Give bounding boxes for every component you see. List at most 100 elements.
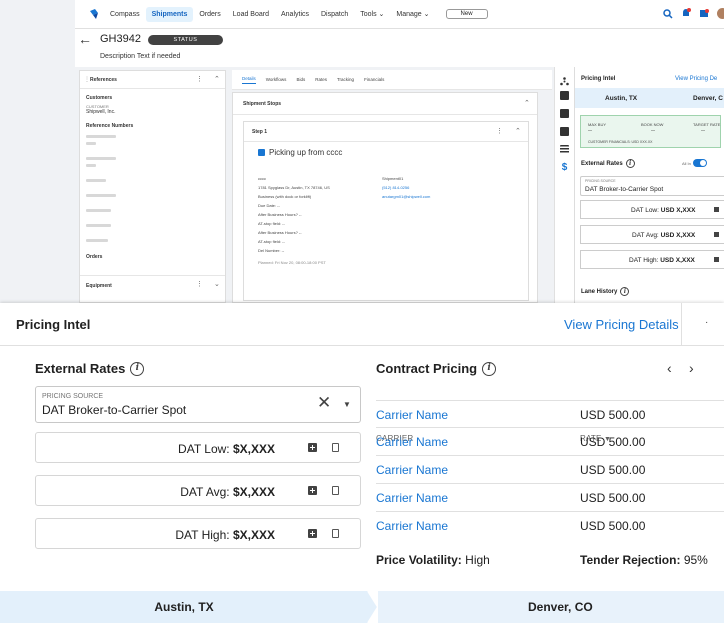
carrier-name-link[interactable]: Carrier Name <box>376 435 448 449</box>
pricing-intel-mini: Pricing Intel View Pricing De Austin, TX… <box>574 67 724 303</box>
chevron-up-icon[interactable]: ⌃ <box>524 99 530 107</box>
contact-email[interactable]: anutargm01@shipwell.com <box>382 192 430 201</box>
shipwell-logo-icon[interactable] <box>88 8 100 20</box>
nav-load-board[interactable]: Load Board <box>233 11 269 18</box>
stop-field-2: AT-stop field: -- <box>258 239 285 244</box>
mini-rate-high-value: USD X,XXX <box>660 257 695 264</box>
bell-icon[interactable] <box>681 8 691 19</box>
copy-icon[interactable] <box>332 529 339 538</box>
status-badge[interactable]: STATUS <box>148 35 223 45</box>
pricing-source-value: DAT Broker-to-Carrier Spot <box>42 403 187 417</box>
pricing-source-label: PRICING SOURCE <box>42 393 104 400</box>
chevron-up-icon[interactable]: ⌃ <box>515 127 521 135</box>
tab-tracking[interactable]: Tracking <box>337 77 354 82</box>
stop-type: Business (with dock or forklift) <box>258 194 312 199</box>
tender-rejection-row: Tender Rejection: 95% <box>580 553 708 567</box>
dat-low-rate: DAT Low: $X,XXX <box>35 432 361 463</box>
chevron-down-icon[interactable]: ⌄ <box>214 280 220 288</box>
mini-all-in-label: All In <box>682 161 691 166</box>
more-icon[interactable]: ⋮ <box>196 280 203 288</box>
tab-financials[interactable]: Financials <box>364 77 384 82</box>
mini-external-rates-label: External Rates <box>581 160 623 167</box>
new-button[interactable]: New <box>445 9 488 19</box>
calculator-icon[interactable] <box>308 443 317 452</box>
copy-icon[interactable] <box>332 443 339 452</box>
references-panel: ⋮ References ⋮ ⌃ Customers CUSTOMER Ship… <box>79 70 226 303</box>
step-title: Step 1 <box>252 129 268 135</box>
carrier-name-link[interactable]: Carrier Name <box>376 491 448 505</box>
carrier-rate: USD 500.00 <box>580 435 646 449</box>
message-icon[interactable] <box>699 8 709 19</box>
nav-analytics[interactable]: Analytics <box>281 11 309 18</box>
volatility-row: Price Volatility: High <box>376 553 490 567</box>
next-page-icon[interactable]: › <box>689 360 694 376</box>
all-in-toggle[interactable] <box>693 159 707 167</box>
back-arrow-icon[interactable]: ← <box>78 31 92 47</box>
info-icon[interactable]: i <box>625 159 635 168</box>
more-icon[interactable]: ⋮ <box>496 127 503 135</box>
more-icon[interactable]: ⋮ <box>196 75 203 83</box>
more-icon[interactable]: · <box>705 317 708 328</box>
pricing-source-select[interactable]: PRICING SOURCE DAT Broker-to-Carrier Spo… <box>35 386 361 423</box>
shipment-id: GH3942 <box>100 33 141 45</box>
info-icon[interactable]: i <box>620 287 630 296</box>
dollar-icon[interactable]: $ <box>560 163 569 173</box>
clear-icon[interactable]: ✕ <box>317 393 331 413</box>
mini-target-rate: TARGET RATE <box>693 122 721 127</box>
mini-customer-financials: CUSTOMER FINANCIALS: USD XXX.XX <box>588 140 653 144</box>
tab-details[interactable]: Details <box>242 76 256 84</box>
nav-tools[interactable]: Tools ⌄ <box>360 10 384 18</box>
dat-high-value: $X,XXX <box>232 528 275 542</box>
tab-workflows[interactable]: Workflows <box>266 77 287 82</box>
copy-icon[interactable] <box>332 486 339 495</box>
tab-bids[interactable]: Bids <box>296 77 305 82</box>
references-title: References <box>90 77 117 83</box>
mini-rate-avg-label: DAT Avg: <box>632 232 659 239</box>
volatility-label: Price Volatility: <box>376 553 462 567</box>
mini-rate-high-label: DAT High: <box>629 257 659 264</box>
carrier-name-link[interactable]: Carrier Name <box>376 408 448 422</box>
nav-shipments[interactable]: Shipments <box>145 6 194 22</box>
dropdown-arrow-icon[interactable]: ▼ <box>343 400 351 409</box>
nav-dispatch[interactable]: Dispatch <box>321 11 348 18</box>
side-rail: $ <box>554 67 574 303</box>
picking-up-text: Picking up from cccc <box>269 148 343 157</box>
list-icon[interactable] <box>560 145 569 154</box>
document-icon[interactable] <box>560 109 569 118</box>
chevron-down-icon: ⌄ <box>378 11 385 18</box>
mini-rate-high-text: DAT High: USD X,XXX <box>629 257 695 264</box>
search-icon[interactable] <box>663 8 673 19</box>
avatar[interactable] <box>717 8 724 19</box>
clipboard-icon[interactable] <box>560 127 569 136</box>
table-row: Carrier Name USD 500.00 <box>376 428 724 456</box>
mini-view-link[interactable]: View Pricing De <box>675 76 717 82</box>
chat-icon[interactable] <box>560 91 569 100</box>
mini-rate-high: DAT High: USD X,XXX <box>580 250 724 269</box>
mini-rate-low-value: USD X,XXX <box>660 207 696 214</box>
info-icon[interactable]: i <box>482 361 497 376</box>
calculator-icon[interactable] <box>714 257 719 262</box>
tab-rates[interactable]: Rates <box>315 77 327 82</box>
mini-dash-1: -- <box>588 128 592 134</box>
chevron-up-icon[interactable]: ⌃ <box>214 75 220 83</box>
contact-phone[interactable]: (512) 814-0256 <box>382 183 430 192</box>
view-pricing-details-link[interactable]: View Pricing Details <box>564 317 679 332</box>
network-icon[interactable] <box>560 73 569 86</box>
prev-page-icon[interactable]: ‹ <box>667 360 672 376</box>
calculator-icon[interactable] <box>308 529 317 538</box>
info-icon[interactable]: i <box>130 361 145 376</box>
mini-dash-2: -- <box>651 128 655 134</box>
nav-compass[interactable]: Compass <box>110 11 140 18</box>
route-origin: Austin, TX <box>0 591 368 623</box>
calculator-icon[interactable] <box>308 486 317 495</box>
nav-tools-label: Tools <box>360 11 377 18</box>
carrier-name-link[interactable]: Carrier Name <box>376 519 448 533</box>
calculator-icon[interactable] <box>714 207 719 212</box>
calculator-icon[interactable] <box>714 232 719 237</box>
nav-orders[interactable]: Orders <box>199 11 220 18</box>
mini-source-select[interactable]: PRICING SOURCE DAT Broker-to-Carrier Spo… <box>580 176 724 196</box>
dat-high-rate: DAT High: $X,XXX <box>35 518 361 549</box>
carrier-name-link[interactable]: Carrier Name <box>376 463 448 477</box>
nav-manage[interactable]: Manage ⌄ <box>396 10 429 18</box>
mini-rate-avg-text: DAT Avg: USD X,XXX <box>632 232 695 239</box>
